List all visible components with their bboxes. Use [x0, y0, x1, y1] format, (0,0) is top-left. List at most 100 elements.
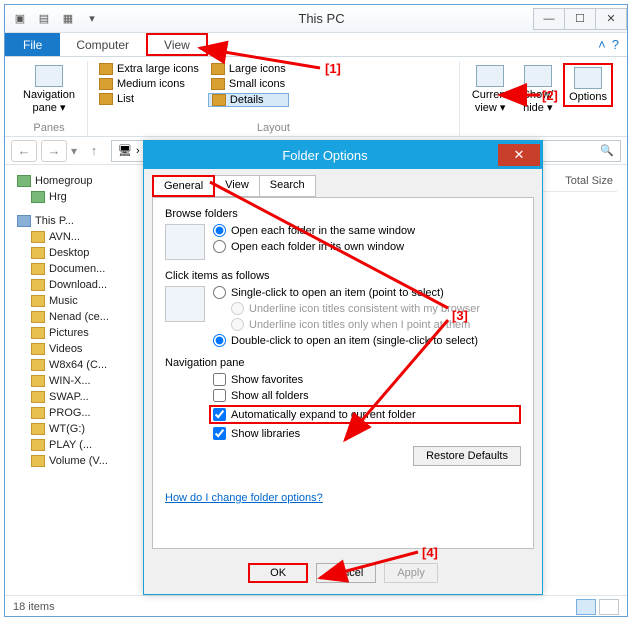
options-button[interactable]: Options: [563, 63, 613, 107]
layout-icon: [211, 63, 225, 75]
forward-button[interactable]: →: [41, 140, 67, 162]
layout-icon: [99, 78, 113, 90]
maximize-button[interactable]: ☐: [564, 8, 596, 30]
layout-icon: [99, 63, 113, 75]
user-icon: [31, 191, 45, 203]
tab-view[interactable]: View: [146, 33, 208, 56]
check-show-all-folders[interactable]: Show all folders: [213, 389, 521, 402]
folder-options-dialog: Folder Options ✕ General View Search Bro…: [143, 140, 543, 595]
radio-single-click[interactable]: Single-click to open an item (point to s…: [213, 286, 480, 299]
current-view-button[interactable]: Current view ▾: [468, 63, 513, 116]
click-icon: [165, 286, 205, 322]
qat-newfolder-icon[interactable]: ▦: [59, 10, 77, 28]
qat-properties-icon[interactable]: ▤: [35, 10, 53, 28]
check-show-libraries[interactable]: Show libraries: [213, 427, 521, 440]
help-icon[interactable]: ?: [612, 37, 619, 52]
folder-icon: [31, 327, 45, 339]
radio-double-click[interactable]: Double-click to open an item (single-cli…: [213, 334, 480, 347]
help-link[interactable]: How do I change folder options?: [165, 492, 323, 504]
tree-item[interactable]: Nenad (ce...: [9, 309, 150, 325]
view-details-icon[interactable]: [576, 599, 596, 615]
ribbon-tabs: File Computer View ˄ ?: [5, 33, 627, 57]
history-dropdown-icon[interactable]: ▾: [71, 144, 77, 158]
ok-button[interactable]: OK: [248, 563, 308, 583]
tree-item[interactable]: Videos: [9, 341, 150, 357]
status-bar: 18 items: [5, 595, 627, 617]
dialog-tab-search[interactable]: Search: [259, 175, 316, 197]
folder-icon: [31, 279, 45, 291]
dialog-tab-general[interactable]: General: [152, 175, 215, 197]
layout-sm-icons[interactable]: Small icons: [208, 78, 289, 90]
radio-own-window[interactable]: Open each folder in its own window: [213, 240, 415, 253]
layout-icon: [212, 94, 226, 106]
tree-item[interactable]: Desktop: [9, 245, 150, 261]
folder-icon: [31, 359, 45, 371]
options-icon: [574, 67, 602, 89]
showhide-icon: [524, 65, 552, 87]
tree-item[interactable]: Pictures: [9, 325, 150, 341]
tree-item[interactable]: W8x64 (C...: [9, 357, 150, 373]
view-large-icon[interactable]: [599, 599, 619, 615]
layout-details[interactable]: Details: [208, 93, 289, 107]
tree-item[interactable]: SWAP...: [9, 389, 150, 405]
tree-user[interactable]: Hrg: [9, 189, 150, 205]
tree-item[interactable]: Music: [9, 293, 150, 309]
tree-item[interactable]: WT(G:): [9, 421, 150, 437]
homegroup-icon: [17, 175, 31, 187]
folder-icon: [31, 375, 45, 387]
tree-item[interactable]: Documen...: [9, 261, 150, 277]
layout-lg-icons[interactable]: Large icons: [208, 63, 289, 75]
navigation-tree: Homegroup Hrg This P... AVN...DesktopDoc…: [5, 165, 155, 595]
tree-item[interactable]: WIN-X...: [9, 373, 150, 389]
dialog-close-button[interactable]: ✕: [498, 144, 540, 166]
navigation-pane-button[interactable]: Navigation pane ▾: [19, 63, 79, 116]
check-auto-expand[interactable]: Automatically expand to current folder: [209, 405, 521, 424]
annotation-4: [4]: [422, 545, 438, 560]
tree-item[interactable]: Volume (V...: [9, 453, 150, 469]
tab-file[interactable]: File: [5, 33, 60, 56]
folder-icon: [31, 423, 45, 435]
layout-md-icons[interactable]: Medium icons: [96, 78, 202, 90]
qat-dropdown-icon[interactable]: ▾: [83, 10, 101, 28]
pc-icon: 🖥: [118, 144, 132, 157]
annotation-2: [2]: [542, 88, 558, 103]
navpane-icon: [35, 65, 63, 87]
ribbon-collapse-icon[interactable]: ˄: [598, 37, 606, 52]
click-items-label: Click items as follows: [165, 270, 521, 282]
tree-item[interactable]: PROG...: [9, 405, 150, 421]
tree-homegroup[interactable]: Homegroup: [9, 173, 150, 189]
layout-icon: [211, 78, 225, 90]
layout-xl-icons[interactable]: Extra large icons: [96, 63, 202, 75]
minimize-button[interactable]: —: [533, 8, 565, 30]
folder-icon: [31, 247, 45, 259]
tab-computer[interactable]: Computer: [60, 33, 146, 56]
dialog-titlebar: Folder Options ✕: [144, 141, 542, 169]
search-icon: 🔍: [600, 144, 614, 157]
folder-icon: [31, 455, 45, 467]
pc-icon: [17, 215, 31, 227]
browse-folders-label: Browse folders: [165, 208, 521, 220]
tree-item[interactable]: Download...: [9, 277, 150, 293]
annotation-1: [1]: [325, 61, 341, 76]
layout-icon: [99, 93, 113, 105]
tree-item[interactable]: PLAY (...: [9, 437, 150, 453]
radio-same-window[interactable]: Open each folder in the same window: [213, 224, 415, 237]
folder-icon: [31, 295, 45, 307]
tree-thispc[interactable]: This P...: [9, 213, 150, 229]
apply-button[interactable]: Apply: [384, 563, 438, 583]
dialog-tab-view[interactable]: View: [214, 175, 260, 197]
close-button[interactable]: ✕: [595, 8, 627, 30]
tree-item[interactable]: AVN...: [9, 229, 150, 245]
folder-icon: [31, 263, 45, 275]
back-button[interactable]: ←: [11, 140, 37, 162]
group-panes-label: Panes: [19, 122, 79, 136]
restore-defaults-button[interactable]: Restore Defaults: [413, 446, 521, 466]
currentview-icon: [476, 65, 504, 87]
layout-list[interactable]: List: [96, 93, 202, 105]
title-bar: ▣ ▤ ▦ ▾ This PC — ☐ ✕: [5, 5, 627, 33]
up-button[interactable]: ↑: [81, 140, 107, 162]
check-show-favorites[interactable]: Show favorites: [213, 373, 521, 386]
folder-icon: [31, 231, 45, 243]
group-layout-label: Layout: [96, 122, 451, 136]
cancel-button[interactable]: Cancel: [316, 563, 376, 583]
